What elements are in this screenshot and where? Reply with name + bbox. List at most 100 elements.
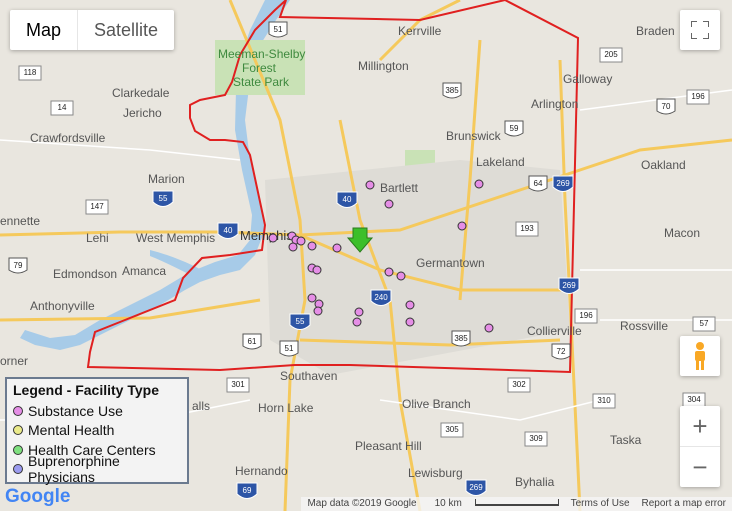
place-label-crawfordsville: Crawfordsville bbox=[30, 131, 106, 145]
facility-marker-substance-use[interactable] bbox=[332, 243, 342, 253]
street-view-pegman[interactable] bbox=[680, 336, 720, 376]
facility-marker-substance-use[interactable] bbox=[365, 180, 375, 190]
place-label-olive-branch: Olive Branch bbox=[402, 397, 471, 411]
place-label-taska: Taska bbox=[610, 433, 642, 447]
place-label-lewisburg: Lewisburg bbox=[408, 466, 463, 480]
facility-marker-substance-use[interactable] bbox=[312, 265, 322, 275]
place-label-macon: Macon bbox=[664, 226, 700, 240]
legend: Legend - Facility Type Substance Use Men… bbox=[5, 377, 189, 485]
route-number: 72 bbox=[557, 347, 566, 356]
facility-marker-substance-use[interactable] bbox=[405, 300, 415, 310]
place-label-millington: Millington bbox=[358, 59, 409, 73]
route-number: 309 bbox=[529, 434, 543, 443]
legend-label: Mental Health bbox=[28, 422, 115, 439]
route-number: 51 bbox=[274, 25, 283, 34]
route-number: 40 bbox=[343, 195, 352, 204]
route-shield: 310 bbox=[592, 393, 616, 409]
map-type-map-button[interactable]: Map bbox=[10, 10, 77, 50]
place-label-meeman-shelby: Meeman-Shelby bbox=[218, 47, 305, 61]
facility-marker-substance-use[interactable] bbox=[307, 241, 317, 251]
fullscreen-button[interactable] bbox=[680, 10, 720, 50]
legend-item: Buprenorphine Physicians bbox=[13, 453, 181, 485]
place-label-oakland: Oakland bbox=[641, 158, 686, 172]
route-shield: 55 bbox=[289, 313, 311, 330]
route-shield: 72 bbox=[551, 343, 571, 360]
route-shield: 40 bbox=[336, 191, 358, 208]
route-number: 305 bbox=[445, 425, 459, 434]
terms-link[interactable]: Terms of Use bbox=[565, 497, 636, 511]
route-number: 147 bbox=[90, 202, 104, 211]
place-label-byhalia: Byhalia bbox=[515, 475, 555, 489]
place-label-lakeland: Lakeland bbox=[476, 155, 525, 169]
route-shield: 196 bbox=[686, 89, 710, 105]
route-shield: 70 bbox=[656, 98, 676, 115]
facility-marker-substance-use[interactable] bbox=[396, 271, 406, 281]
map-type-satellite-button[interactable]: Satellite bbox=[77, 10, 174, 50]
route-number: 61 bbox=[248, 337, 257, 346]
route-number: 69 bbox=[243, 486, 252, 495]
legend-item: Mental Health bbox=[13, 421, 181, 441]
legend-swatch bbox=[13, 464, 23, 475]
facility-marker-substance-use[interactable] bbox=[484, 323, 494, 333]
place-label-rossville: Rossville bbox=[620, 319, 668, 333]
route-number: 57 bbox=[700, 319, 709, 328]
route-shield: 269 bbox=[558, 277, 580, 294]
route-shield: 59 bbox=[504, 120, 524, 137]
route-number: 70 bbox=[662, 102, 671, 111]
route-shield: 304 bbox=[682, 392, 706, 408]
facility-marker-substance-use[interactable] bbox=[384, 199, 394, 209]
scale-line bbox=[474, 499, 559, 506]
route-number: 240 bbox=[374, 293, 388, 302]
route-number: 301 bbox=[231, 380, 245, 389]
place-label-pleasant-hill: Pleasant Hill bbox=[355, 439, 422, 453]
place-label-ennette: ennette bbox=[0, 214, 40, 228]
route-number: 269 bbox=[562, 281, 576, 290]
route-shield: 40 bbox=[217, 222, 239, 239]
facility-marker-substance-use[interactable] bbox=[313, 306, 323, 316]
route-shield: 385 bbox=[442, 82, 462, 99]
facility-marker-substance-use[interactable] bbox=[268, 233, 278, 243]
route-number: 385 bbox=[445, 86, 459, 95]
minus-icon: − bbox=[692, 451, 708, 482]
facility-marker-substance-use[interactable] bbox=[457, 221, 467, 231]
place-label-alls: alls bbox=[192, 399, 210, 413]
facility-marker-substance-use[interactable] bbox=[288, 242, 298, 252]
scale-bar: 10 km bbox=[423, 497, 565, 511]
route-shield: 51 bbox=[268, 21, 288, 38]
pegman-icon bbox=[695, 342, 705, 370]
route-shield: 240 bbox=[370, 289, 392, 306]
facility-marker-substance-use[interactable] bbox=[352, 317, 362, 327]
zoom-in-button[interactable]: + bbox=[680, 406, 720, 447]
facility-marker-substance-use[interactable] bbox=[405, 317, 415, 327]
route-shield: 14 bbox=[50, 100, 74, 116]
place-label-kerrville: Kerrville bbox=[398, 24, 442, 38]
facility-marker-substance-use[interactable] bbox=[354, 307, 364, 317]
route-shield: 64 bbox=[528, 175, 548, 192]
facility-marker-substance-use[interactable] bbox=[384, 267, 394, 277]
place-label-forest: Forest bbox=[242, 61, 277, 75]
route-number: 302 bbox=[512, 380, 526, 389]
place-label-clarkedale: Clarkedale bbox=[112, 86, 170, 100]
facility-marker-substance-use[interactable] bbox=[307, 293, 317, 303]
report-error-link[interactable]: Report a map error bbox=[636, 497, 732, 511]
route-number: 269 bbox=[556, 179, 570, 188]
route-number: 55 bbox=[296, 317, 305, 326]
route-number: 59 bbox=[510, 124, 519, 133]
zoom-control: + − bbox=[680, 406, 720, 487]
route-number: 196 bbox=[579, 311, 593, 320]
google-logo[interactable]: Google bbox=[5, 486, 70, 508]
facility-marker-substance-use[interactable] bbox=[474, 179, 484, 189]
legend-item: Substance Use bbox=[13, 401, 181, 421]
route-shield: 79 bbox=[8, 257, 28, 274]
route-shield: 385 bbox=[451, 330, 471, 347]
legend-swatch bbox=[13, 444, 23, 455]
route-number: 118 bbox=[24, 68, 37, 77]
route-number: 55 bbox=[159, 194, 168, 203]
legend-title: Legend - Facility Type bbox=[13, 382, 159, 398]
legend-label: Substance Use bbox=[28, 402, 123, 419]
zoom-out-button[interactable]: − bbox=[680, 447, 720, 487]
route-shield: 305 bbox=[440, 422, 464, 438]
place-label-amanca: Amanca bbox=[122, 264, 166, 278]
place-label-west-memphis: West Memphis bbox=[136, 231, 215, 245]
facility-marker-substance-use[interactable] bbox=[296, 236, 306, 246]
